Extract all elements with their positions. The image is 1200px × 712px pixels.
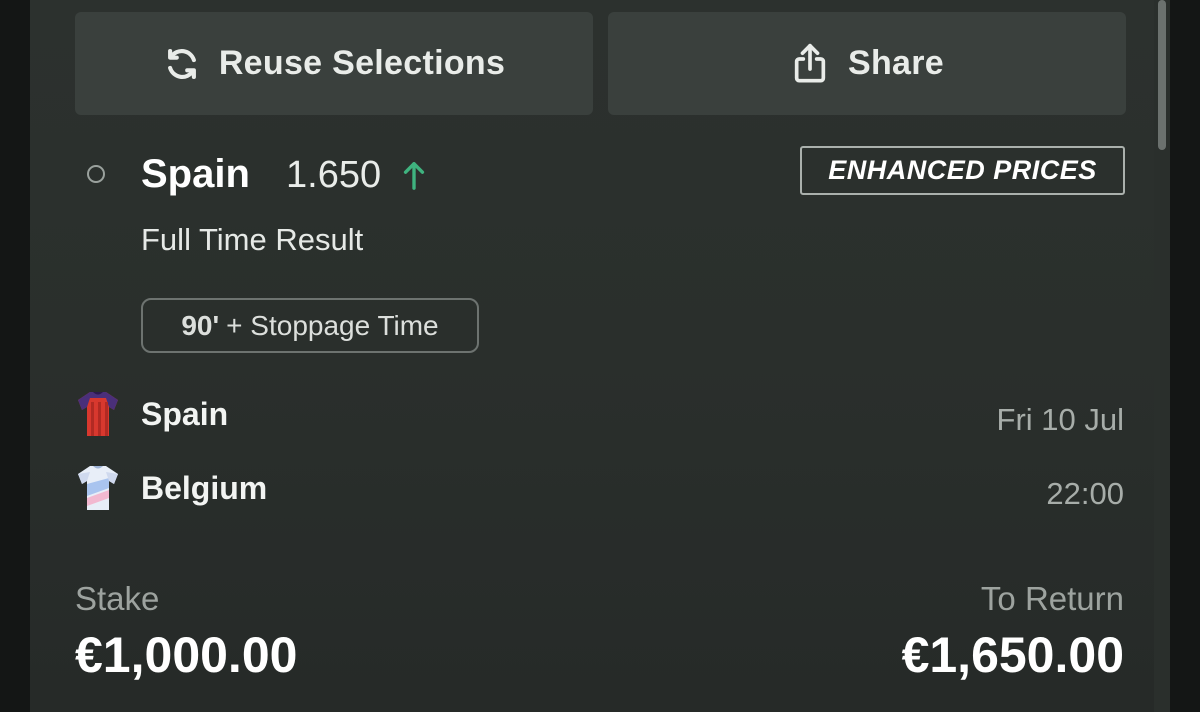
enhanced-prices-badge: ENHANCED PRICES xyxy=(800,146,1125,195)
match-time: 22:00 xyxy=(1046,476,1124,511)
scrollbar[interactable] xyxy=(1154,0,1170,712)
selection-radio[interactable] xyxy=(87,165,105,183)
selection-team: Spain xyxy=(141,152,250,196)
stake-value: €1,000.00 xyxy=(75,627,298,683)
share-icon xyxy=(790,42,830,86)
refresh-icon xyxy=(163,45,201,83)
home-team-name: Spain xyxy=(141,396,229,432)
away-team-name: Belgium xyxy=(141,470,268,506)
reuse-selections-button[interactable]: Reuse Selections xyxy=(75,12,593,115)
stake-label: Stake xyxy=(75,580,160,617)
return-label: To Return xyxy=(980,580,1124,617)
return-value: €1,650.00 xyxy=(901,627,1124,683)
selection-odds: 1.650 xyxy=(286,154,382,196)
share-button[interactable]: Share xyxy=(608,12,1126,115)
period-badge: 90' + Stoppage Time xyxy=(141,298,479,353)
share-label: Share xyxy=(848,44,944,82)
arrow-up-icon xyxy=(400,160,428,195)
market-name: Full Time Result xyxy=(141,222,364,257)
scrollbar-thumb[interactable] xyxy=(1158,0,1166,150)
period-extra: + Stoppage Time xyxy=(226,309,439,341)
spain-shirt-icon xyxy=(76,390,120,443)
reuse-selections-label: Reuse Selections xyxy=(218,44,506,82)
period-minutes: 90' xyxy=(181,309,220,341)
belgium-shirt-icon xyxy=(76,464,120,517)
match-date: Fri 10 Jul xyxy=(996,402,1124,437)
